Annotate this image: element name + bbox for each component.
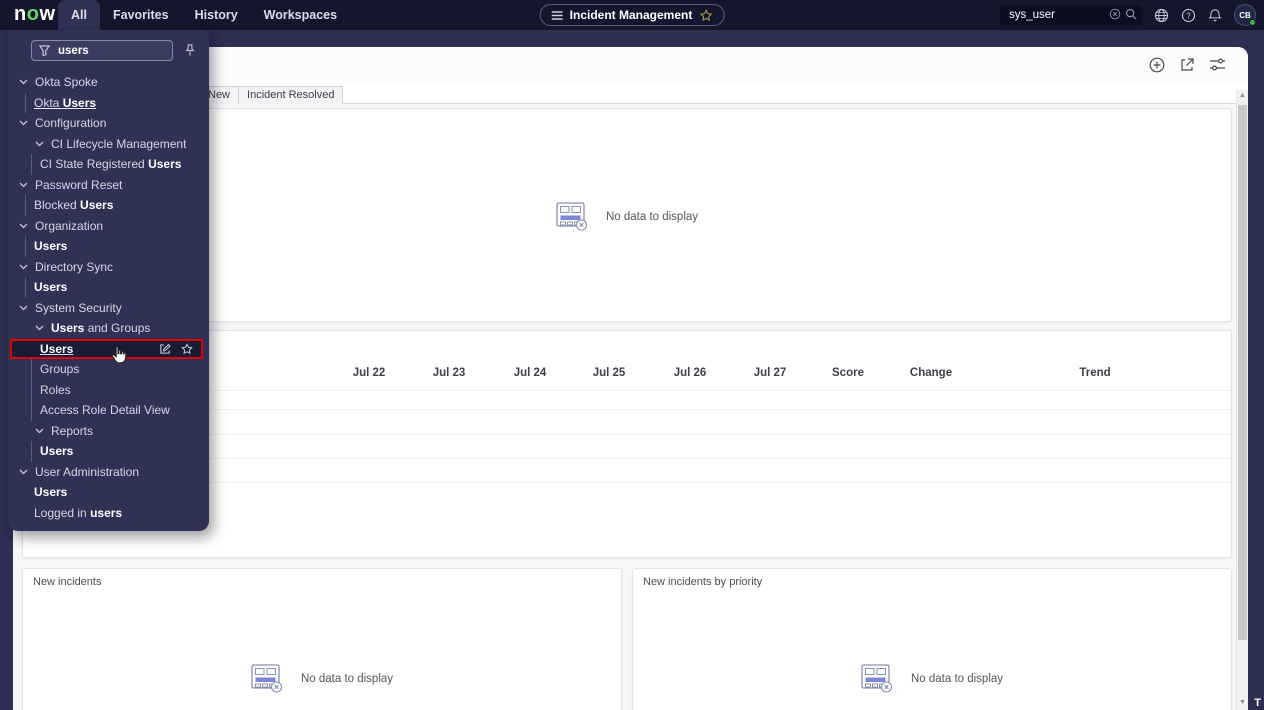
scroll-up-arrow[interactable]: ▲ bbox=[1237, 91, 1248, 101]
global-search bbox=[1000, 5, 1142, 25]
filter-settings-icon[interactable] bbox=[1209, 57, 1226, 73]
table-column-trend: Trend bbox=[1079, 367, 1110, 379]
tree-guide-line bbox=[25, 277, 26, 298]
table-column-jul-27: Jul 27 bbox=[754, 367, 787, 379]
nav-item-workspaces[interactable]: Workspaces bbox=[251, 0, 350, 30]
menu-item-ci-state-registered-users[interactable]: CI State Registered Users bbox=[8, 154, 209, 175]
all-menu-flyout: Okta SpokeOkta UsersConfigurationCI Life… bbox=[8, 30, 209, 531]
notifications-bell-icon[interactable] bbox=[1208, 8, 1222, 23]
tree-guide-line bbox=[31, 380, 32, 401]
top-nav: now AllFavoritesHistoryWorkspaces Incide… bbox=[0, 0, 1264, 30]
new-incidents-card: New incidents No data to display bbox=[22, 568, 622, 710]
menu-item-users[interactable]: Users bbox=[10, 339, 203, 360]
table-column-jul-25: Jul 25 bbox=[593, 367, 626, 379]
menu-group-system-security[interactable]: System Security bbox=[8, 298, 209, 319]
empty-state-text: No data to display bbox=[301, 673, 393, 685]
tree-guide-line bbox=[25, 236, 26, 257]
tree-guide-line bbox=[31, 400, 32, 421]
favorite-star-icon[interactable] bbox=[181, 343, 193, 355]
empty-state-text: No data to display bbox=[911, 673, 1003, 685]
scroll-down-arrow[interactable]: ▼ bbox=[1237, 698, 1248, 708]
table-column-score: Score bbox=[832, 367, 864, 379]
share-export-icon[interactable] bbox=[1179, 57, 1195, 73]
no-data-icon bbox=[251, 664, 283, 693]
table-column-change: Change bbox=[910, 367, 952, 379]
no-data-icon bbox=[861, 664, 893, 693]
menu-item-access-role-detail-view[interactable]: Access Role Detail View bbox=[8, 400, 209, 421]
card-title: New incidents bbox=[33, 576, 101, 588]
menu-group-reports[interactable]: Reports bbox=[8, 421, 209, 442]
edit-module-icon[interactable] bbox=[159, 343, 171, 355]
menu-item-users[interactable]: Users bbox=[8, 236, 209, 257]
clear-icon[interactable] bbox=[1109, 8, 1121, 20]
menu-filter-input[interactable] bbox=[31, 40, 173, 61]
menu-group-directory-sync[interactable]: Directory Sync bbox=[8, 257, 209, 278]
pin-icon[interactable] bbox=[185, 44, 195, 57]
table-column-jul-26: Jul 26 bbox=[674, 367, 707, 379]
nav-right-cluster: ? CB bbox=[1000, 0, 1256, 30]
table-column-jul-24: Jul 24 bbox=[514, 367, 547, 379]
nav-item-history[interactable]: History bbox=[182, 0, 251, 30]
nav-item-all[interactable]: All bbox=[58, 0, 100, 30]
filter-funnel-icon bbox=[39, 45, 50, 56]
globe-icon[interactable] bbox=[1154, 8, 1169, 23]
empty-state: No data to display bbox=[633, 664, 1231, 693]
table-column-jul-23: Jul 23 bbox=[433, 367, 466, 379]
scrollbar-thumb[interactable] bbox=[1238, 105, 1247, 640]
nav-item-favorites[interactable]: Favorites bbox=[100, 0, 182, 30]
menu-item-roles[interactable]: Roles bbox=[8, 380, 209, 401]
menu-item-users[interactable]: Users bbox=[8, 482, 209, 503]
search-input-icons bbox=[1109, 8, 1137, 20]
menu-item-users[interactable]: Users bbox=[8, 277, 209, 298]
menu-item-logged-in-users[interactable]: Logged in users bbox=[8, 503, 209, 524]
context-pill[interactable]: Incident Management bbox=[540, 4, 725, 26]
dashboard-tabs: NewIncident Resolved bbox=[199, 86, 343, 104]
menu-group-organization[interactable]: Organization bbox=[8, 216, 209, 237]
tab-incident-resolved[interactable]: Incident Resolved bbox=[238, 86, 343, 104]
menu-item-okta-users[interactable]: Okta Users bbox=[8, 93, 209, 114]
context-label: Incident Management bbox=[570, 8, 693, 22]
no-data-icon bbox=[556, 202, 588, 231]
help-icon[interactable]: ? bbox=[1181, 8, 1196, 23]
hamburger-icon bbox=[552, 11, 563, 20]
favorite-star-icon[interactable] bbox=[699, 9, 712, 22]
tree-guide-line bbox=[31, 441, 32, 462]
menu-group-user-administration[interactable]: User Administration bbox=[8, 462, 209, 483]
new-incidents-by-priority-card: New incidents by priority No data t bbox=[632, 568, 1232, 710]
empty-state: No data to display bbox=[23, 664, 621, 693]
add-widget-icon[interactable] bbox=[1149, 57, 1165, 73]
tree-guide-line bbox=[25, 195, 26, 216]
tree-guide-line bbox=[31, 359, 32, 380]
flyout-filter-row bbox=[8, 30, 209, 70]
menu-item-groups[interactable]: Groups bbox=[8, 359, 209, 380]
user-avatar[interactable]: CB bbox=[1234, 4, 1256, 26]
table-column-jul-22: Jul 22 bbox=[353, 367, 386, 379]
empty-state-text: No data to display bbox=[606, 211, 698, 223]
menu-group-password-reset[interactable]: Password Reset bbox=[8, 175, 209, 196]
presence-status-dot bbox=[1249, 19, 1256, 26]
vertical-scrollbar[interactable]: ▲ ▼ bbox=[1236, 90, 1248, 710]
menu-group-users-and-groups[interactable]: Users and Groups bbox=[8, 318, 209, 339]
card-title: New incidents by priority bbox=[643, 576, 762, 588]
avatar-initials: CB bbox=[1239, 11, 1251, 20]
svg-text:?: ? bbox=[1186, 11, 1191, 20]
menu-item-users[interactable]: Users bbox=[8, 441, 209, 462]
menu-group-ci-lifecycle-management[interactable]: CI Lifecycle Management bbox=[8, 134, 209, 155]
app-window: now AllFavoritesHistoryWorkspaces Incide… bbox=[0, 0, 1264, 710]
tree-guide-line bbox=[25, 93, 26, 114]
servicenow-logo[interactable]: now bbox=[14, 3, 56, 26]
menu-item-blocked-users[interactable]: Blocked Users bbox=[8, 195, 209, 216]
dashboard-actions bbox=[1149, 57, 1226, 73]
tree-guide-line bbox=[31, 154, 32, 175]
menu-group-okta-spoke[interactable]: Okta Spoke bbox=[8, 72, 209, 93]
overflow-edge-text: T bbox=[1254, 697, 1261, 709]
search-icon[interactable] bbox=[1125, 8, 1137, 20]
menu-group-configuration[interactable]: Configuration bbox=[8, 113, 209, 134]
menu-tree: Okta SpokeOkta UsersConfigurationCI Life… bbox=[8, 72, 209, 523]
nav-menu: AllFavoritesHistoryWorkspaces bbox=[58, 0, 350, 30]
